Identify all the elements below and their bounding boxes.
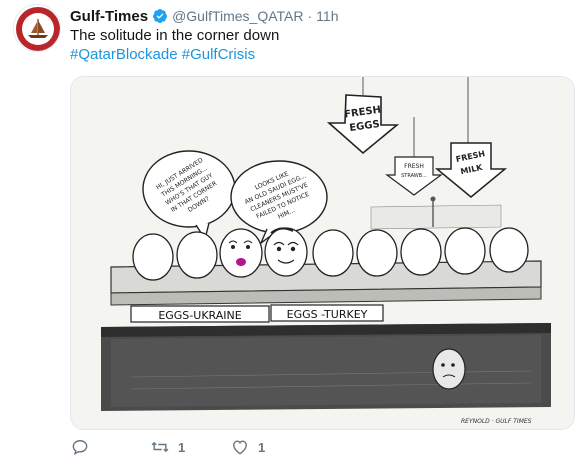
handle[interactable]: @GulfTimes_QATAR (172, 8, 303, 24)
tweet[interactable]: Gulf-Times @GulfTimes_QATAR · 11h The so… (0, 0, 586, 464)
lonely-egg (432, 348, 466, 390)
hashtag-link[interactable]: #GulfCrisis (182, 46, 255, 63)
cartoon-illustration: FRESH EGGS FRESH STRAWB... FRESH MILK HI… (71, 77, 574, 429)
gulf-times-logo (16, 7, 60, 51)
like-button[interactable]: 1 (230, 437, 310, 457)
shelf-labels: EGGS-UKRAINE EGGS -TURKEY (130, 304, 384, 323)
retweet-button[interactable]: 1 (150, 437, 230, 457)
tweet-text: The solitude in the corner down (70, 27, 280, 44)
retweet-icon (151, 441, 169, 453)
eggs-row (132, 227, 529, 281)
tweet-hashtags: #QatarBlockade #GulfCrisis (70, 45, 255, 65)
sign-strawberry-line1: FRESH (404, 163, 424, 170)
retweet-count: 1 (178, 439, 186, 455)
like-count: 1 (258, 439, 266, 455)
tweet-actions: 1 1 (70, 436, 310, 458)
reply-icon (72, 440, 88, 456)
egg-ukraine-face (219, 228, 263, 278)
tweet-image[interactable]: FRESH EGGS FRESH STRAWB... FRESH MILK HI… (70, 76, 575, 430)
avatar[interactable] (13, 4, 61, 52)
timestamp[interactable]: 11h (316, 8, 338, 24)
label-eggs-turkey: EGGS -TURKEY (287, 308, 368, 321)
hashtag-link[interactable]: #QatarBlockade (70, 46, 178, 63)
artist-signature: REYNOLD · GULF TIMES (461, 418, 532, 425)
verified-icon (153, 9, 168, 23)
display-name[interactable]: Gulf-Times (70, 8, 148, 25)
tweet-header: Gulf-Times @GulfTimes_QATAR · 11h (70, 6, 339, 26)
sign-strawberry-line2: STRAWB... (401, 173, 427, 179)
label-eggs-ukraine: EGGS-UKRAINE (158, 309, 241, 322)
lower-shelf (101, 323, 551, 411)
heart-icon (233, 440, 247, 455)
separator-dot: · (307, 8, 313, 24)
egg-turkey-face (264, 227, 308, 277)
reply-button[interactable] (70, 437, 150, 457)
